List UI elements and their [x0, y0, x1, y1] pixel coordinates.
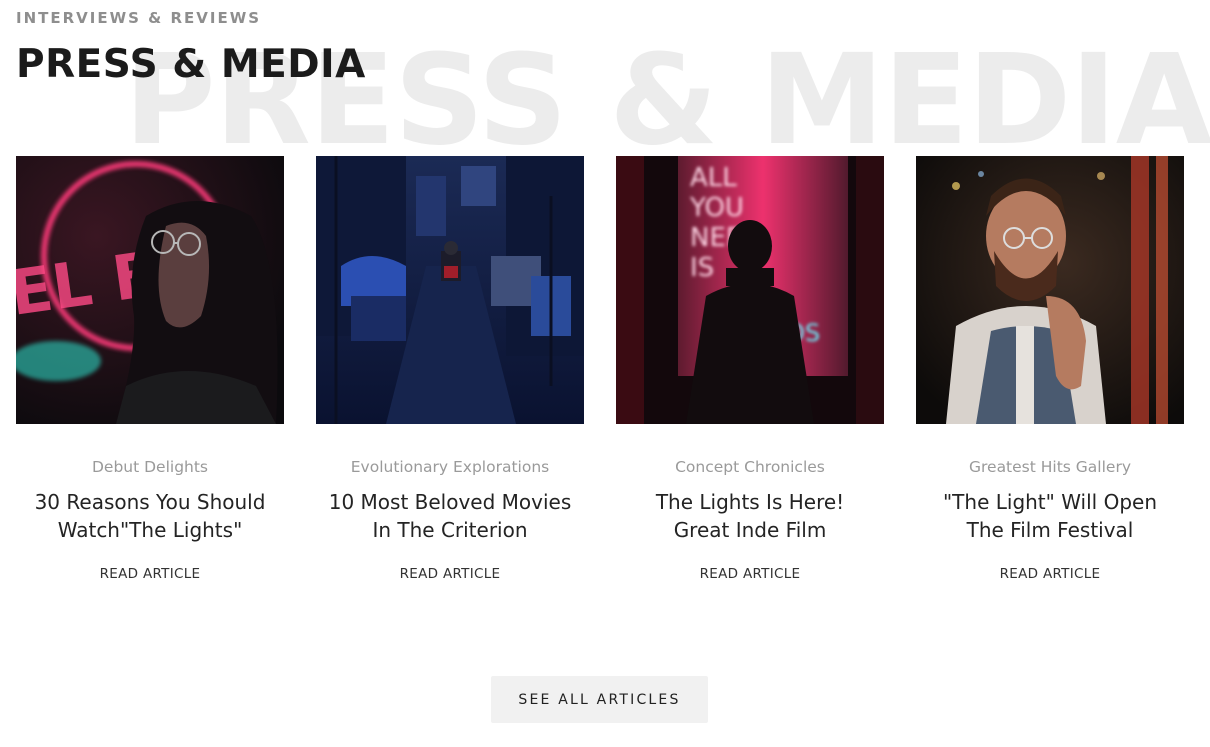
article-card: EL B Debut Delights 30 Reasons You Shoul… [16, 156, 284, 582]
article-title[interactable]: The Lights Is Here! Great Inde Film [616, 488, 884, 544]
article-category: Debut Delights [91, 458, 209, 476]
article-category: Evolutionary Explorations [350, 458, 550, 476]
section-title: PRESS & MEDIA [16, 42, 366, 87]
article-card: ALL YOU NEED IS OS Concept Chronicles Th… [616, 156, 884, 582]
see-all-articles-button[interactable]: SEE ALL ARTICLES [491, 676, 708, 723]
read-article-link[interactable]: READ ARTICLE [616, 566, 884, 582]
article-title-line[interactable]: 30 Reasons You Should [16, 488, 284, 516]
article-title[interactable]: "The Light" Will Open The Film Festival [916, 488, 1184, 544]
read-article-link[interactable]: READ ARTICLE [16, 566, 284, 582]
svg-text:YOU: YOU [689, 193, 744, 223]
woman-neon-photo: EL B [16, 156, 284, 424]
man-neon-sign-photo: ALL YOU NEED IS OS [616, 156, 884, 424]
article-title-line[interactable]: The Film Festival [916, 516, 1184, 544]
article-title-line[interactable]: Watch"The Lights" [16, 516, 284, 544]
svg-text:IS: IS [690, 253, 714, 283]
article-title-line[interactable]: 10 Most Beloved Movies [316, 488, 584, 516]
article-image-neon-sign[interactable]: ALL YOU NEED IS OS [616, 156, 884, 424]
section-kicker: INTERVIEWS & REVIEWS [16, 9, 262, 27]
article-category: Greatest Hits Gallery [968, 458, 1132, 476]
article-image-woman-neon[interactable]: EL B [16, 156, 284, 424]
article-title[interactable]: 30 Reasons You Should Watch"The Lights" [16, 488, 284, 544]
article-image-bearded-man[interactable] [916, 156, 1184, 424]
article-title[interactable]: 10 Most Beloved Movies In The Criterion [316, 488, 584, 544]
article-title-line[interactable]: "The Light" Will Open [916, 488, 1184, 516]
read-article-link[interactable]: READ ARTICLE [316, 566, 584, 582]
night-alley-photo [316, 156, 584, 424]
neon-sign-text: ALL [690, 163, 737, 193]
bearded-man-photo [916, 156, 1184, 424]
article-card: Evolutionary Explorations 10 Most Belove… [316, 156, 584, 582]
article-title-line[interactable]: In The Criterion [316, 516, 584, 544]
article-title-line[interactable]: The Lights Is Here! [616, 488, 884, 516]
article-title-line[interactable]: Great Inde Film [616, 516, 884, 544]
article-card: Greatest Hits Gallery "The Light" Will O… [916, 156, 1184, 582]
read-article-link[interactable]: READ ARTICLE [916, 566, 1184, 582]
article-image-alley[interactable] [316, 156, 584, 424]
article-category: Concept Chronicles [675, 458, 825, 476]
